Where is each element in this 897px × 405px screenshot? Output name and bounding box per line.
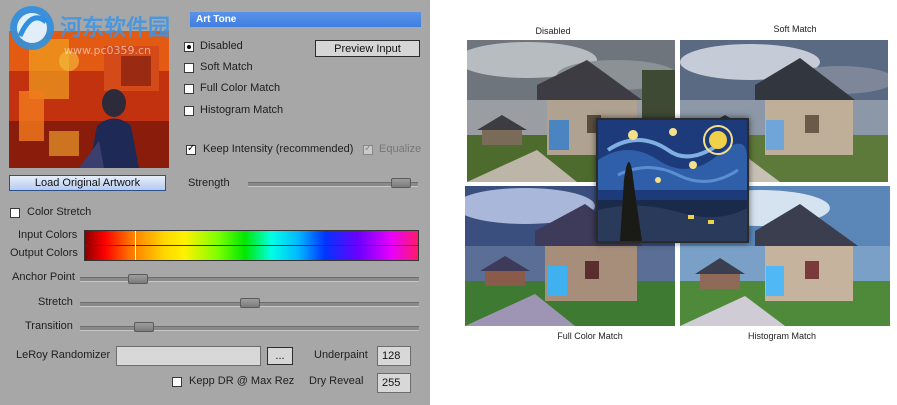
disabled-option-radio[interactable] [184, 42, 194, 52]
anchor-point-label: Anchor Point [12, 271, 75, 283]
soft-match-label: Soft Match [200, 61, 253, 73]
transition-slider-track[interactable] [80, 326, 419, 331]
art-tone-dialog: Art Tone 河东软件园 www.pc0359.cn Disabled So… [0, 0, 430, 405]
starry-night-painting [596, 118, 749, 243]
strength-label: Strength [188, 177, 230, 189]
underpaint-label: Underpaint [314, 349, 368, 361]
watermark-logo: 河东软件园 www.pc0359.cn [2, 4, 192, 59]
histogram-match-checkbox[interactable] [184, 106, 194, 116]
dry-reveal-label: Dry Reveal [309, 375, 364, 387]
caption-disabled: Disabled [535, 26, 571, 36]
leroy-randomizer-label: LeRoy Randomizer [16, 349, 111, 361]
dry-reveal-input[interactable]: 255 [377, 373, 411, 393]
full-color-match-label: Full Color Match [200, 82, 281, 94]
disabled-option-label: Disabled [200, 40, 243, 52]
color-stretch-checkbox[interactable] [10, 208, 20, 218]
stretch-label: Stretch [38, 296, 73, 308]
caption-soft-match: Soft Match [773, 24, 817, 34]
anchor-point-slider-thumb[interactable] [127, 274, 148, 284]
keep-intensity-label: Keep Intensity (recommended) [203, 143, 354, 155]
input-colors-label: Input Colors [18, 229, 78, 241]
equalize-checkbox[interactable] [363, 143, 373, 155]
load-original-artwork-button[interactable]: Load Original Artwork [9, 175, 166, 191]
kepp-dr-checkbox[interactable] [172, 377, 182, 387]
caption-full-color-match: Full Color Match [557, 331, 623, 341]
color-stretch-label: Color Stretch [27, 206, 92, 218]
svg-text:www.pc0359.cn: www.pc0359.cn [64, 44, 151, 57]
transition-label: Transition [25, 320, 73, 332]
equalize-label: Equalize [379, 143, 422, 155]
anchor-marker [135, 231, 136, 260]
kepp-dr-label: Kepp DR @ Max Rez [189, 375, 295, 387]
histogram-match-label: Histogram Match [200, 104, 284, 116]
dialog-title: Art Tone [190, 12, 421, 27]
transition-slider-thumb[interactable] [134, 322, 155, 332]
full-color-match-checkbox[interactable] [184, 84, 194, 94]
color-spectrum[interactable] [84, 230, 419, 261]
keep-intensity-checkbox[interactable] [186, 143, 196, 155]
preview-input-button[interactable]: Preview Input [315, 40, 420, 57]
svg-text:河东软件园: 河东软件园 [60, 15, 170, 41]
underpaint-input[interactable]: 128 [377, 346, 411, 366]
caption-histogram-match: Histogram Match [747, 331, 817, 341]
strength-slider-thumb[interactable] [390, 178, 411, 188]
leroy-randomizer-field[interactable] [116, 346, 261, 366]
output-colors-label: Output Colors [10, 247, 78, 259]
soft-match-checkbox[interactable] [184, 63, 194, 73]
browse-button[interactable]: ... [267, 347, 293, 365]
stretch-slider-thumb[interactable] [239, 298, 260, 308]
